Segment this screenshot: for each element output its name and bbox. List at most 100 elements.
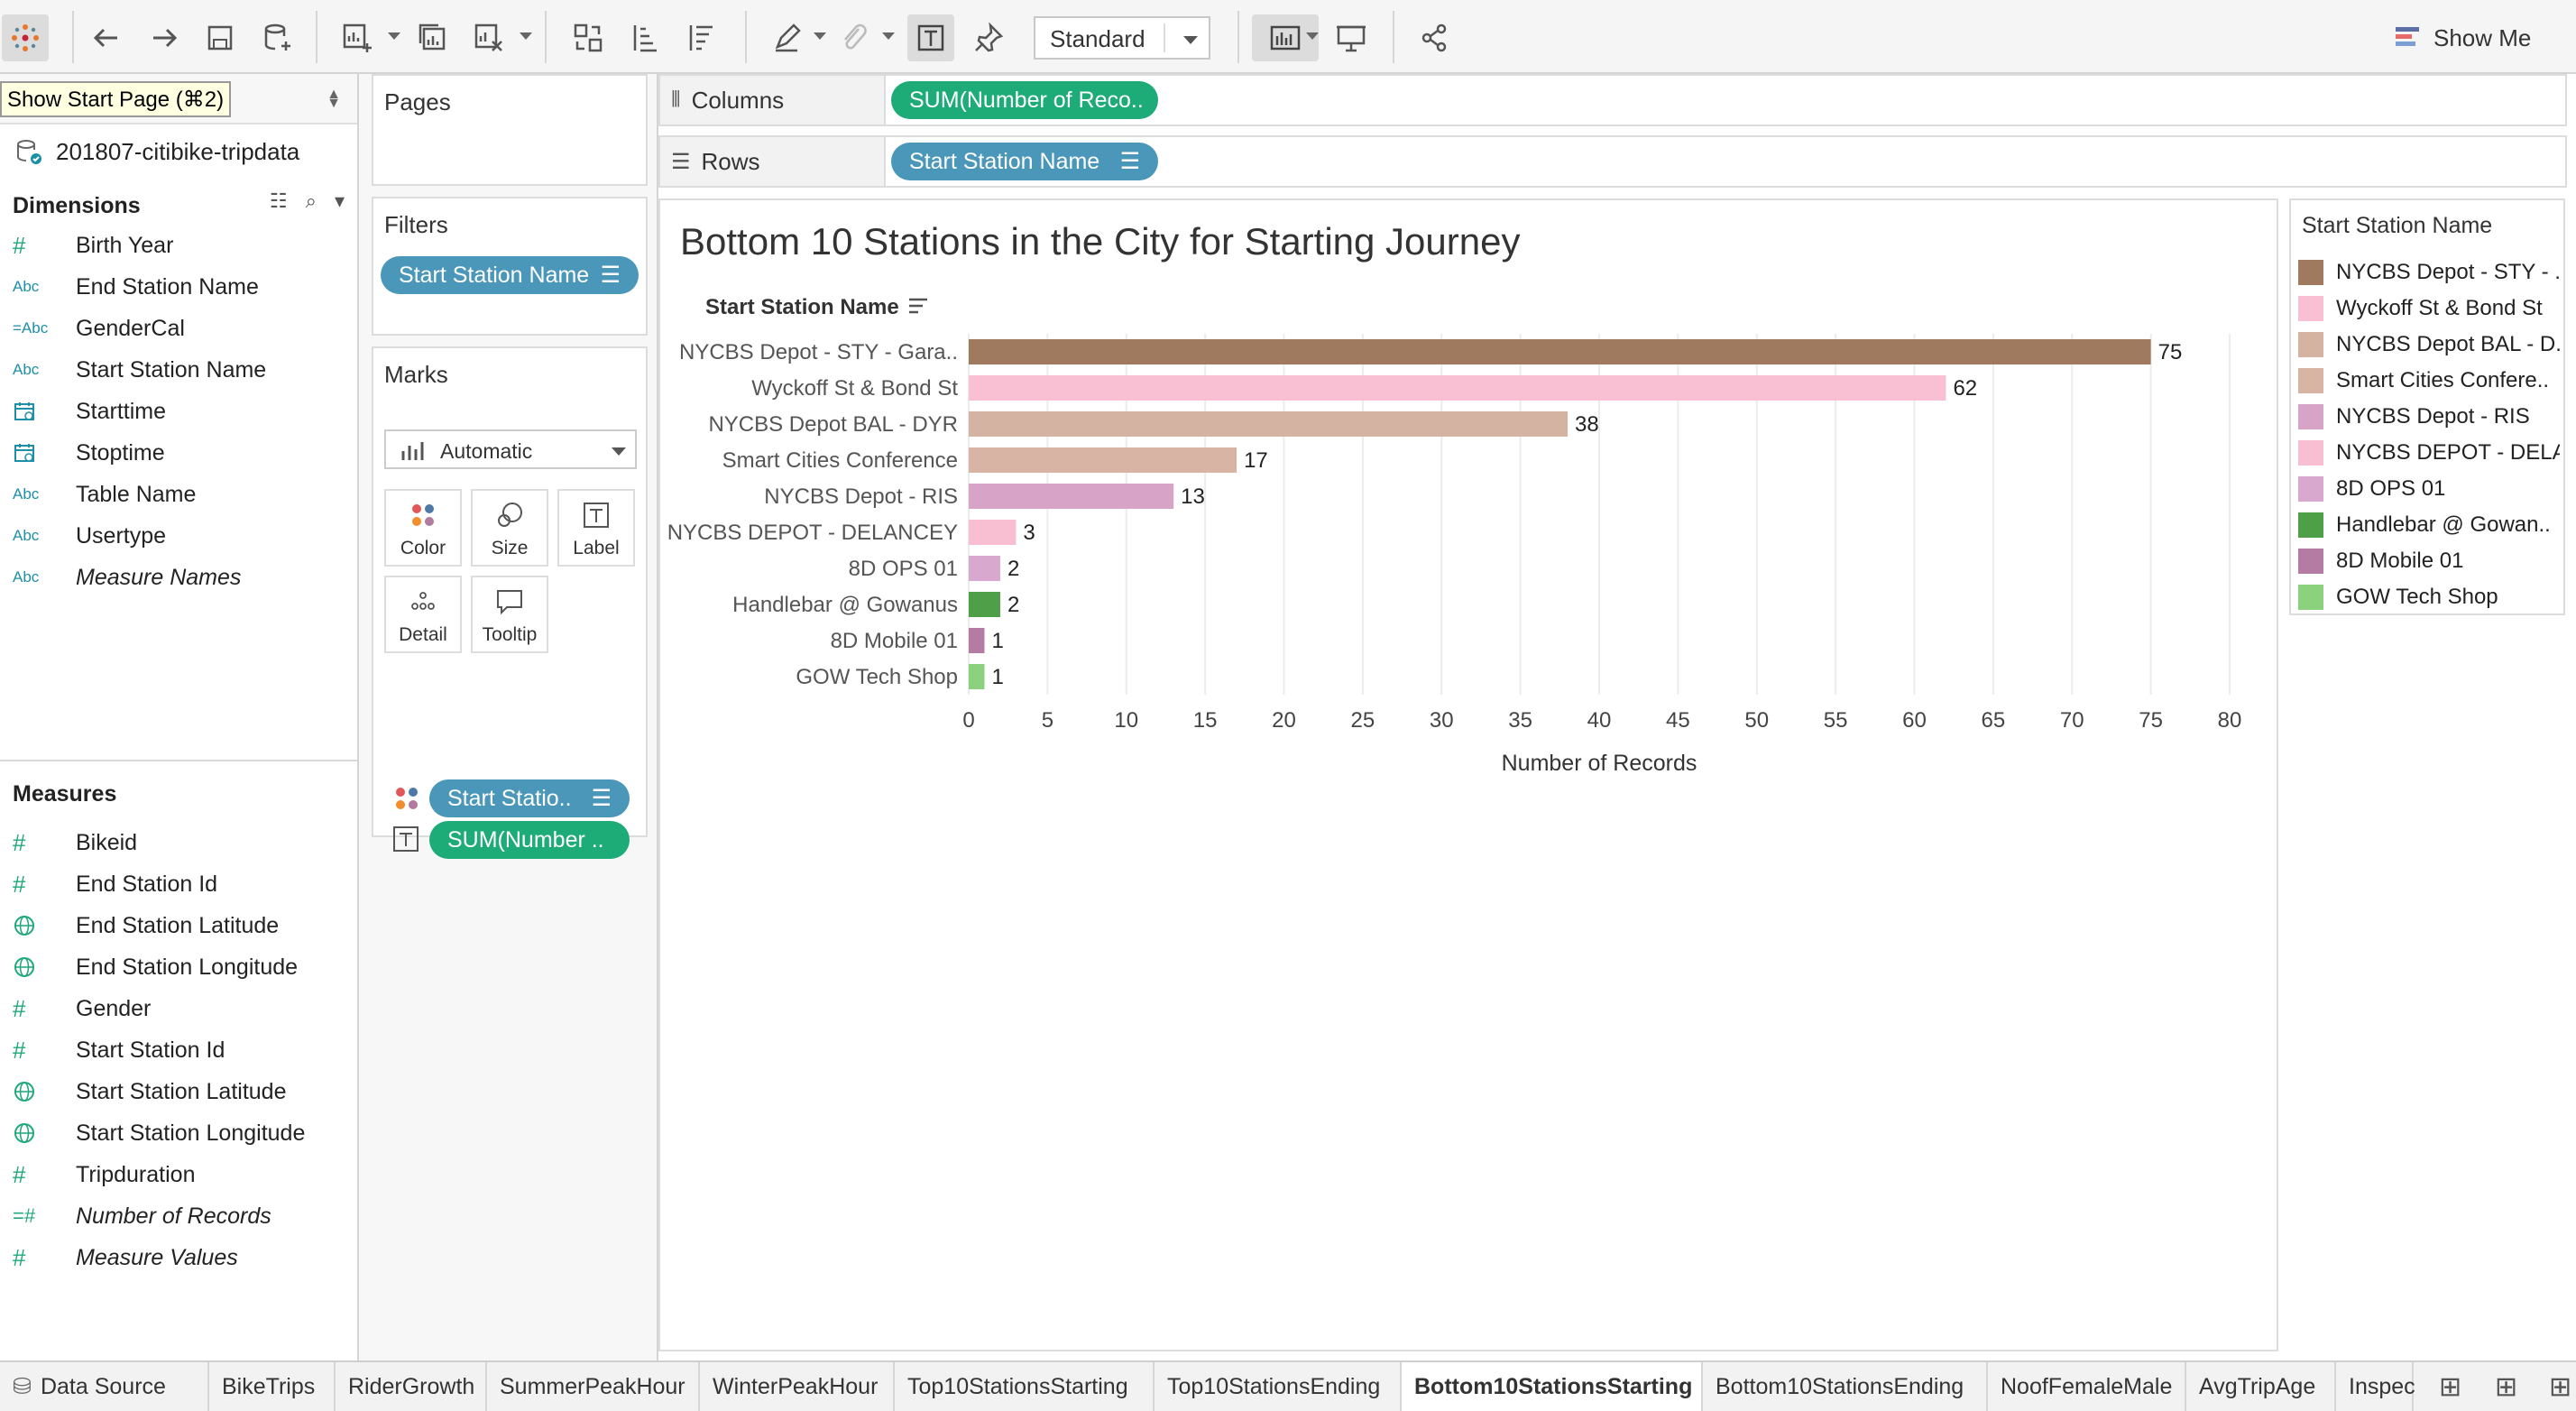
bar-chart: 0 5 10 15 20 25 30 35 40 45 50 55 60 65 70 75 80 Start St… <box>667 295 2242 776</box>
rows-pill[interactable]: Start Station Name ☰ <box>891 143 1158 180</box>
field-item[interactable]: End Station Latitude <box>13 908 279 944</box>
pin-icon[interactable] <box>965 14 1012 61</box>
field-item[interactable]: # Gender <box>13 991 151 1027</box>
clear-sheet-icon[interactable] <box>465 14 512 61</box>
sheet-tab[interactable]: Top10StationsEnding <box>1155 1362 1402 1411</box>
show-mark-labels-icon[interactable] <box>907 14 954 61</box>
save-icon[interactable] <box>197 14 244 61</box>
legend-item[interactable]: NYCBS DEPOT - DELA.. <box>2298 437 2560 469</box>
field-item[interactable]: =Abc GenderCal <box>13 310 185 346</box>
new-dashboard-icon[interactable]: ⊞ <box>2482 1362 2533 1411</box>
group-members-icon[interactable] <box>830 14 877 61</box>
field-name: Start Station Id <box>76 1037 225 1063</box>
field-name: End Station Longitude <box>76 954 299 980</box>
bar <box>969 664 985 689</box>
new-datasource-icon[interactable] <box>254 14 301 61</box>
legend-item[interactable]: NYCBS Depot BAL - D.. <box>2298 328 2560 361</box>
highlight-icon[interactable] <box>763 14 810 61</box>
chevron-down-icon[interactable]: ▾ <box>335 189 345 213</box>
x-tick-label: 80 <box>2218 708 2242 733</box>
start-page-icon[interactable] <box>2 14 49 61</box>
field-item[interactable]: End Station Longitude <box>13 949 298 985</box>
bar <box>969 520 1017 545</box>
field-item[interactable]: Start Station Longitude <box>13 1115 305 1151</box>
field-item[interactable]: # Start Station Id <box>13 1032 225 1068</box>
field-item[interactable]: Abc Measure Names <box>13 559 241 595</box>
field-item[interactable]: # End Station Id <box>13 866 217 902</box>
presentation-mode-icon[interactable] <box>1328 14 1375 61</box>
legend-item[interactable]: 8D Mobile 01 <box>2298 545 2560 577</box>
search-icon[interactable]: ⌕ <box>306 189 317 213</box>
mark-type-dropdown[interactable]: Automatic <box>384 429 637 469</box>
pages-card[interactable]: Pages <box>372 74 648 186</box>
sheet-tab[interactable]: WinterPeakHour <box>700 1362 895 1411</box>
field-name: Start Station Latitude <box>76 1078 287 1104</box>
rows-shelf[interactable]: ☰ Rows Start Station Name ☰ <box>658 135 2567 188</box>
field-name: Tripduration <box>76 1161 196 1187</box>
sort-descending-icon[interactable] <box>678 14 725 61</box>
field-item[interactable]: # Measure Values <box>13 1240 238 1276</box>
swap-rows-columns-icon[interactable] <box>565 14 612 61</box>
sheet-tab[interactable]: RiderGrowth <box>336 1362 487 1411</box>
legend-item[interactable]: Wyckoff St & Bond St <box>2298 292 2560 325</box>
label-button[interactable]: Label <box>557 489 635 567</box>
field-item[interactable]: Abc Table Name <box>13 476 196 512</box>
view-list-icon[interactable]: ☷ <box>270 189 288 213</box>
share-icon[interactable] <box>1411 14 1458 61</box>
legend-item[interactable]: NYCBS Depot - RIS <box>2298 401 2560 433</box>
sheet-tab[interactable]: BikeTrips <box>209 1362 336 1411</box>
legend-item[interactable]: NYCBS Depot - STY - .. <box>2298 256 2560 289</box>
sheet-tab-label: Inspec <box>2349 1373 2415 1399</box>
color-pill[interactable]: Start Statio.. ☰ <box>429 779 630 817</box>
size-button[interactable]: Size <box>471 489 548 567</box>
sheet-tab[interactable]: SummerPeakHour <box>487 1362 700 1411</box>
field-item[interactable]: Starttime <box>13 393 166 429</box>
field-item[interactable]: Abc Start Station Name <box>13 352 266 388</box>
label-pill[interactable]: SUM(Number .. <box>429 821 630 859</box>
sheet-tab[interactable]: Bottom10StationsEnding <box>1703 1362 1988 1411</box>
chevron-down-icon <box>1183 36 1198 44</box>
field-item[interactable]: Stoptime <box>13 435 165 471</box>
legend-item[interactable]: Handlebar @ Gowan.. <box>2298 509 2560 541</box>
field-item[interactable]: =# Number of Records <box>13 1198 271 1234</box>
field-item[interactable]: Start Station Latitude <box>13 1074 286 1110</box>
sort-ascending-icon[interactable] <box>622 14 669 61</box>
globe-icon <box>13 1120 49 1146</box>
show-me-button[interactable]: Show Me <box>2394 20 2531 56</box>
legend-item[interactable]: GOW Tech Shop <box>2298 581 2560 613</box>
legend-label: 8D Mobile 01 <box>2336 549 2464 573</box>
detail-button[interactable]: Detail <box>384 576 462 653</box>
sheet-tab[interactable]: NoofFemaleMale <box>1988 1362 2186 1411</box>
legend-item[interactable]: Smart Cities Confere.. <box>2298 364 2560 397</box>
new-worksheet-icon[interactable] <box>334 14 381 61</box>
pane-divider[interactable] <box>0 760 357 761</box>
filter-pill[interactable]: Start Station Name ☰ <box>381 256 639 294</box>
columns-pill[interactable]: SUM(Number of Reco.. <box>891 81 1158 119</box>
datasource-item[interactable]: 201807-citibike-tripdata <box>14 132 299 171</box>
back-icon[interactable] <box>83 14 130 61</box>
tooltip-button[interactable]: Tooltip <box>471 576 548 653</box>
sheet-tab[interactable]: AvgTripAge <box>2186 1362 2336 1411</box>
forward-icon[interactable] <box>141 14 188 61</box>
field-item[interactable]: Abc Usertype <box>13 518 166 554</box>
duplicate-sheet-icon[interactable] <box>409 14 456 61</box>
field-item[interactable]: # Bikeid <box>13 825 137 861</box>
columns-shelf[interactable]: ⦀ Columns SUM(Number of Reco.. <box>658 74 2567 126</box>
new-story-icon[interactable]: ⊞ <box>2536 1362 2576 1411</box>
sheet-tab[interactable]: Top10StationsStarting <box>895 1362 1155 1411</box>
sheet-tab[interactable]: Bottom10StationsStarting <box>1402 1362 1703 1411</box>
dimension-tools: ☷ ⌕ ▾ <box>270 189 345 213</box>
sheet-tab[interactable]: ⛁ Data Source <box>0 1362 209 1411</box>
legend-label: NYCBS Depot BAL - D.. <box>2336 332 2560 356</box>
new-worksheet-icon[interactable]: ⊞ <box>2426 1362 2477 1411</box>
filters-card[interactable]: Filters Start Station Name ☰ <box>372 197 648 336</box>
string-type-icon: Abc <box>13 527 40 544</box>
field-item[interactable]: # Birth Year <box>13 227 173 263</box>
field-item[interactable]: # Tripduration <box>13 1157 195 1193</box>
fit-dropdown[interactable]: Standard <box>1034 16 1210 60</box>
sheet-tab[interactable]: Inspec <box>2336 1362 2415 1411</box>
legend-item[interactable]: 8D OPS 01 <box>2298 473 2560 505</box>
color-button[interactable]: Color <box>384 489 462 567</box>
field-item[interactable]: Abc End Station Name <box>13 269 259 305</box>
sort-descending-icon: ☰ <box>1119 149 1140 174</box>
